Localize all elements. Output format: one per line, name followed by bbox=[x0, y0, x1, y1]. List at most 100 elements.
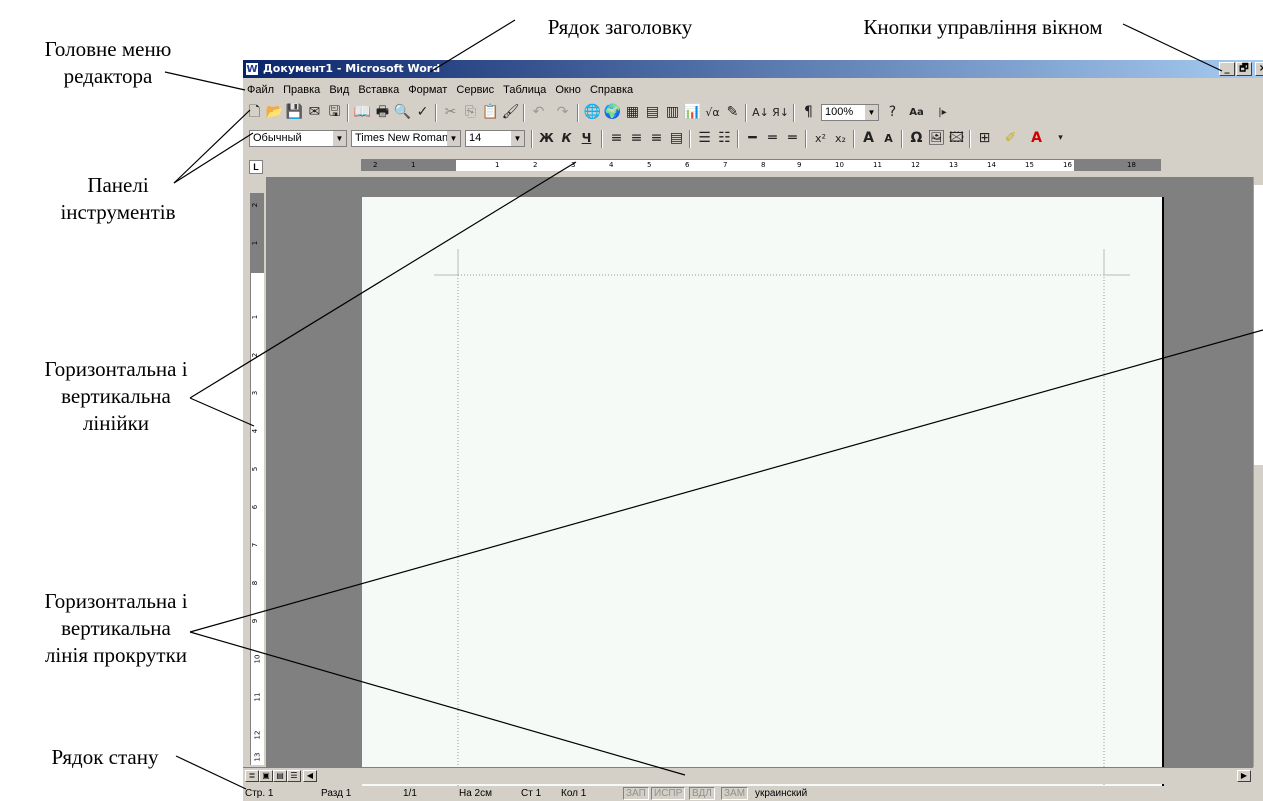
status-ext[interactable]: ВДЛ bbox=[689, 787, 715, 800]
vertical-ruler[interactable]: 2 1 1 2 3 4 5 6 7 8 9 10 11 12 13 bbox=[250, 193, 264, 765]
double-line-icon[interactable]: ═ bbox=[783, 130, 802, 147]
superscript-icon[interactable]: x² bbox=[811, 130, 830, 147]
document-area[interactable] bbox=[266, 177, 1253, 797]
separator bbox=[531, 130, 533, 148]
print-icon[interactable]: 🖶 bbox=[373, 104, 392, 121]
permission-icon[interactable]: ✉ bbox=[305, 104, 324, 121]
align-left-icon[interactable]: ≡ bbox=[607, 130, 626, 147]
chevron-down-icon[interactable]: ▼ bbox=[447, 131, 460, 146]
title-bar[interactable]: W Документ1 - Microsoft Word _ 🗗 × bbox=[243, 60, 1263, 78]
align-right-icon[interactable]: ≡ bbox=[647, 130, 666, 147]
tables-borders-icon[interactable]: 🌍 bbox=[603, 104, 622, 121]
chart-icon[interactable]: 📊 bbox=[683, 104, 702, 121]
justify-icon[interactable]: ▤ bbox=[667, 130, 686, 147]
style-combo[interactable]: Обычный ▼ bbox=[249, 130, 347, 147]
sort-ascending-icon[interactable]: A↓ bbox=[751, 104, 770, 121]
research-icon[interactable]: 📖 bbox=[353, 104, 372, 121]
email-icon[interactable]: 🖫 bbox=[325, 104, 344, 121]
print-preview-icon[interactable]: 🔍 bbox=[393, 104, 412, 121]
symbol-icon[interactable]: Ω bbox=[907, 130, 926, 147]
save-icon[interactable]: 💾 bbox=[285, 104, 304, 121]
spelling-icon[interactable]: ✓ bbox=[413, 104, 432, 121]
print-layout-icon[interactable]: ▤ bbox=[273, 770, 287, 782]
separator bbox=[969, 130, 971, 148]
menu-insert[interactable]: Вставка bbox=[358, 84, 399, 96]
status-ovr[interactable]: ЗАМ bbox=[721, 787, 749, 800]
horizontal-ruler[interactable]: 2 1 1 2 3 4 5 6 7 8 9 10 11 12 13 14 15 … bbox=[361, 159, 1161, 171]
ruler-number: 10 bbox=[835, 161, 844, 169]
scroll-right-icon[interactable]: ▶ bbox=[1237, 770, 1251, 782]
borders-icon[interactable]: ⊞ bbox=[975, 130, 994, 147]
cut-icon[interactable]: ✂ bbox=[441, 104, 460, 121]
menu-edit[interactable]: Правка bbox=[283, 84, 320, 96]
drawing-icon[interactable]: ✎ bbox=[723, 104, 742, 121]
columns-icon[interactable]: ▥ bbox=[663, 104, 682, 121]
chevron-down-icon[interactable]: ▼ bbox=[333, 131, 346, 146]
grow-font-icon[interactable]: A bbox=[859, 130, 878, 147]
show-formatting-icon[interactable]: ¶ bbox=[799, 104, 818, 121]
undo-icon[interactable]: ↶ bbox=[529, 104, 548, 121]
help-icon[interactable]: ? bbox=[883, 104, 902, 121]
clipart-icon[interactable]: 🖾 bbox=[947, 130, 966, 147]
outline-view-icon[interactable]: ☰ bbox=[287, 770, 301, 782]
menu-file[interactable]: Файл bbox=[247, 84, 274, 96]
hyperlink-icon[interactable]: 🌐 bbox=[583, 104, 602, 121]
insert-excel-icon[interactable]: ▤ bbox=[643, 104, 662, 121]
close-button[interactable]: × bbox=[1255, 62, 1263, 76]
status-rec[interactable]: ЗАП bbox=[623, 787, 649, 800]
double-line-icon[interactable]: ═ bbox=[763, 130, 782, 147]
read-icon[interactable]: Aa bbox=[907, 104, 926, 121]
status-language[interactable]: украинский bbox=[755, 786, 807, 801]
horizontal-scrollbar[interactable]: ≣ ▣ ▤ ☰ ◀ ▶ bbox=[243, 767, 1253, 784]
line-icon[interactable]: ━ bbox=[743, 130, 762, 147]
menu-help[interactable]: Справка bbox=[590, 84, 633, 96]
shrink-font-icon[interactable]: A bbox=[879, 130, 898, 147]
scroll-left-icon[interactable]: ◀ bbox=[303, 770, 317, 782]
format-painter-icon[interactable]: 🖌 bbox=[501, 104, 520, 121]
size-combo[interactable]: 14 ▼ bbox=[465, 130, 525, 147]
sort-descending-icon[interactable]: Я↓ bbox=[771, 104, 790, 121]
equation-icon[interactable]: √α bbox=[703, 104, 722, 121]
insert-table-icon[interactable]: ▦ bbox=[623, 104, 642, 121]
status-bar: Стр. 1 Разд 1 1/1 На 2см Ст 1 Кол 1 ЗАП … bbox=[243, 786, 1263, 801]
menu-format[interactable]: Формат bbox=[408, 84, 447, 96]
restore-button[interactable]: 🗗 bbox=[1236, 62, 1252, 76]
separator bbox=[745, 104, 747, 122]
scroll-thumb[interactable] bbox=[1254, 185, 1263, 465]
copy-icon[interactable]: ⎘ bbox=[461, 104, 480, 121]
underline-button[interactable]: Ч bbox=[577, 130, 596, 147]
font-color-icon[interactable]: A bbox=[1027, 130, 1046, 147]
paste-icon[interactable]: 📋 bbox=[481, 104, 500, 121]
redo-icon[interactable]: ↷ bbox=[553, 104, 572, 121]
status-trk[interactable]: ИСПР bbox=[651, 787, 686, 800]
subscript-icon[interactable]: x₂ bbox=[831, 130, 850, 147]
highlight-icon[interactable]: ✐ bbox=[1001, 130, 1020, 147]
tab-selector-icon[interactable]: L bbox=[249, 160, 263, 174]
vertical-scrollbar[interactable] bbox=[1253, 177, 1263, 767]
numbering-icon[interactable]: ☰ bbox=[695, 130, 714, 147]
menu-table[interactable]: Таблица bbox=[503, 84, 546, 96]
chevron-down-icon[interactable]: ▼ bbox=[865, 105, 878, 120]
font-combo[interactable]: Times New Roman ▼ bbox=[351, 130, 461, 147]
menu-window[interactable]: Окно bbox=[555, 84, 581, 96]
zoom-combo[interactable]: 100% ▼ bbox=[821, 104, 879, 121]
open-folder-icon[interactable]: 📂 bbox=[265, 104, 284, 121]
menu-tools[interactable]: Сервис bbox=[456, 84, 494, 96]
bold-button[interactable]: Ж bbox=[537, 130, 556, 147]
picture-icon[interactable]: 🖼 bbox=[927, 130, 946, 147]
new-document-icon[interactable]: 🗋 bbox=[245, 104, 264, 121]
chevron-down-icon[interactable]: ▼ bbox=[511, 131, 524, 146]
toolbar-options-icon[interactable]: ▾ bbox=[1051, 130, 1070, 147]
word-app-icon[interactable]: W bbox=[245, 62, 259, 76]
menu-view[interactable]: Вид bbox=[329, 84, 349, 96]
toolbar-options-icon[interactable]: |▸ bbox=[933, 104, 952, 121]
web-view-icon[interactable]: ▣ bbox=[259, 770, 273, 782]
italic-button[interactable]: К bbox=[557, 130, 576, 147]
minimize-button[interactable]: _ bbox=[1219, 62, 1235, 76]
bullets-icon[interactable]: ☷ bbox=[715, 130, 734, 147]
align-center-icon[interactable]: ≡ bbox=[627, 130, 646, 147]
normal-view-icon[interactable]: ≣ bbox=[245, 770, 259, 782]
ruler-number: 10 bbox=[253, 654, 262, 664]
document-page[interactable] bbox=[362, 197, 1162, 797]
ruler-number: 1 bbox=[251, 240, 260, 246]
